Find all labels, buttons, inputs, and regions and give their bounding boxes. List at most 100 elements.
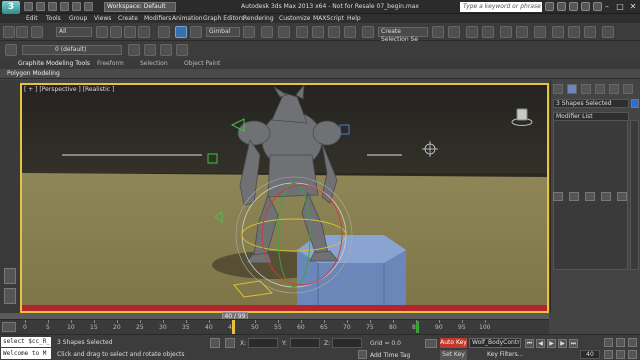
tab-object-paint[interactable]: Object Paint — [184, 60, 220, 67]
align-icon[interactable] — [448, 26, 460, 38]
close-button[interactable]: ✕ — [626, 1, 640, 12]
object-name-field[interactable]: 3 Shapes Selected — [553, 99, 629, 108]
hierarchy-tab-icon[interactable] — [581, 84, 591, 94]
selection-lock-icon[interactable] — [210, 338, 220, 348]
workspace-dropdown[interactable]: Workspace: Default — [104, 2, 176, 12]
z-coordinate-field[interactable] — [332, 338, 362, 348]
menu-graph-editors[interactable]: Graph Editors — [203, 15, 244, 22]
material-editor-icon[interactable] — [534, 26, 546, 38]
sidebar-toggle-icon[interactable] — [4, 268, 16, 284]
menu-customize[interactable]: Customize — [279, 15, 311, 22]
tab-graphite-modeling-tools[interactable]: Graphite Modeling Tools — [18, 60, 90, 67]
mirror-icon[interactable] — [432, 26, 444, 38]
select-rotate-icon[interactable] — [175, 26, 187, 38]
link-icon[interactable] — [31, 26, 43, 38]
go-to-end-icon[interactable]: ⏭ — [569, 339, 578, 348]
play-icon[interactable]: ▶ — [547, 339, 556, 348]
named-selection-sets-dropdown[interactable]: Create Selection Se — [378, 27, 428, 43]
zoom-extents-icon[interactable] — [604, 350, 613, 359]
search-icon[interactable] — [545, 2, 554, 11]
configure-modifier-sets-icon[interactable] — [617, 192, 627, 201]
menu-create[interactable]: Create — [118, 15, 138, 22]
subscription-icon[interactable] — [557, 2, 566, 11]
current-frame-field[interactable]: 40 — [580, 350, 600, 359]
schematic-view-icon[interactable] — [516, 26, 528, 38]
redo-toolbar-icon[interactable] — [16, 26, 28, 38]
new-file-icon[interactable] — [24, 2, 33, 11]
curve-editor-icon[interactable] — [500, 26, 512, 38]
search-input[interactable]: Type a keyword or phrase — [460, 2, 542, 12]
save-file-icon[interactable] — [48, 2, 57, 11]
select-by-name-icon[interactable] — [110, 26, 122, 38]
pivot-center-icon[interactable] — [243, 26, 255, 38]
mini-curve-editor-icon[interactable] — [2, 322, 16, 332]
render-production-icon[interactable] — [584, 26, 596, 38]
undo-icon[interactable] — [60, 2, 69, 11]
polygon-modeling-panel[interactable]: Polygon Modeling — [7, 70, 60, 77]
set-current-layer-icon[interactable] — [176, 44, 188, 56]
viewport-label[interactable]: [ + ] [Perspective ] [Realistic ] — [24, 86, 114, 93]
object-color-swatch[interactable] — [631, 99, 639, 108]
previous-frame-icon[interactable]: ◀ — [536, 339, 545, 348]
percent-snap-icon[interactable] — [328, 26, 340, 38]
trackbar[interactable]: 0 5 10 15 20 25 30 35 40 45 50 55 60 65 … — [0, 319, 549, 334]
viewcube[interactable] — [511, 105, 533, 127]
modify-tab-icon[interactable] — [567, 84, 577, 94]
snaps-toggle-icon[interactable] — [296, 26, 308, 38]
reference-coordinate-dropdown[interactable]: Gimbal — [206, 27, 240, 37]
key-filters-button[interactable]: Key Filters... — [487, 351, 524, 358]
perspective-viewport[interactable]: [ + ] [Perspective ] [Realistic ] — [20, 83, 549, 313]
select-object-icon[interactable] — [96, 26, 108, 38]
sidebar-expand-icon[interactable] — [4, 288, 16, 304]
rendered-frame-window-icon[interactable] — [568, 26, 580, 38]
motion-tab-icon[interactable] — [595, 84, 605, 94]
menu-rendering[interactable]: Rendering — [243, 15, 274, 22]
maximize-viewport-icon[interactable] — [628, 338, 637, 347]
teapot-render-icon[interactable] — [602, 26, 614, 38]
spinner-snap-icon[interactable] — [344, 26, 356, 38]
manipulate-icon[interactable] — [261, 26, 273, 38]
angle-snap-icon[interactable] — [312, 26, 324, 38]
pin-stack-icon[interactable] — [553, 192, 563, 201]
go-to-start-icon[interactable]: ⏮ — [525, 339, 534, 348]
select-move-icon[interactable] — [158, 26, 170, 38]
tab-freeform[interactable]: Freeform — [97, 60, 124, 67]
menu-views[interactable]: Views — [94, 15, 111, 22]
absolute-offset-toggle-icon[interactable] — [225, 338, 235, 348]
maximize-button[interactable]: □ — [613, 1, 627, 12]
app-menu-button[interactable]: 3 — [2, 1, 20, 14]
zoom-icon[interactable] — [604, 338, 613, 347]
menu-help[interactable]: Help — [347, 15, 361, 22]
minimize-button[interactable]: – — [600, 1, 614, 12]
project-folder-icon[interactable] — [84, 2, 93, 11]
menu-group[interactable]: Group — [69, 15, 87, 22]
display-tab-icon[interactable] — [609, 84, 619, 94]
communication-center-icon[interactable] — [569, 2, 578, 11]
create-layer-icon[interactable] — [128, 44, 140, 56]
layer-icon[interactable] — [5, 44, 17, 56]
selection-set-dropdown[interactable]: Wolf_BodyControl — [469, 338, 521, 348]
selection-filter-dropdown[interactable]: All — [56, 27, 92, 37]
menu-tools[interactable]: Tools — [46, 15, 61, 22]
create-tab-icon[interactable] — [553, 84, 563, 94]
tab-selection[interactable]: Selection — [140, 60, 168, 67]
auto-key-button[interactable]: Auto Key — [440, 338, 467, 348]
maxscript-listener-input[interactable]: select $cc_R_ — [1, 337, 51, 347]
add-to-layer-icon[interactable] — [144, 44, 156, 56]
graphite-toggle-icon[interactable] — [482, 26, 494, 38]
edit-named-selection-icon[interactable] — [362, 26, 374, 38]
layer-manager-icon[interactable] — [466, 26, 478, 38]
open-file-icon[interactable] — [36, 2, 45, 11]
menu-animation[interactable]: Animation — [172, 15, 203, 22]
show-end-result-icon[interactable] — [569, 192, 579, 201]
next-frame-icon[interactable]: ▶ — [558, 339, 567, 348]
y-coordinate-field[interactable] — [290, 338, 320, 348]
current-layer-dropdown[interactable]: 0 (default) — [22, 45, 122, 55]
add-time-tag-button[interactable]: Add Time Tag — [370, 352, 410, 359]
keyframe-marker[interactable] — [416, 321, 419, 333]
set-key-button[interactable]: Set Key — [440, 350, 467, 360]
make-unique-icon[interactable] — [585, 192, 595, 201]
menu-modifiers[interactable]: Modifiers — [144, 15, 171, 22]
orbit-icon[interactable] — [628, 350, 637, 359]
pan-view-icon[interactable] — [616, 350, 625, 359]
